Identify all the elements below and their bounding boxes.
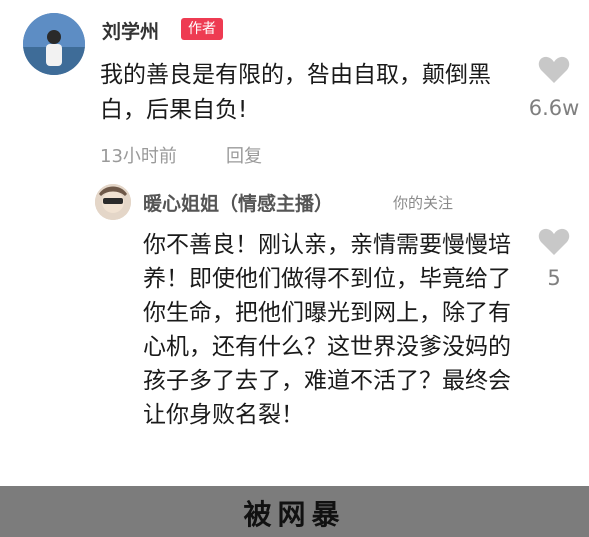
reply-text: 你不善良！刚认亲，亲情需要慢慢培养！即使他们做得不到位，毕竟给了你生命，把他们曝… (143, 232, 511, 428)
caption-text: 被网暴 (243, 498, 346, 531)
comment-text: 我的善良是有限的，咎由自取，颠倒黑白，后果自负! (100, 62, 491, 123)
reply-avatar-image (95, 184, 131, 220)
following-tag: 你的关注 (393, 194, 454, 212)
reply-author-name[interactable]: 暖心姐姐（情感主播） (143, 189, 333, 216)
avatar-image (23, 13, 85, 75)
author-badge: 作者 (181, 18, 223, 40)
like-heart-icon[interactable] (538, 56, 570, 84)
reply-avatar[interactable] (95, 184, 131, 220)
reply-like-count: 5 (547, 266, 561, 290)
like-count: 6.6w (528, 96, 580, 120)
comment-timestamp: 13小时前 (100, 146, 177, 167)
comment-author-name[interactable]: 刘学州 (102, 17, 159, 44)
reply-button[interactable]: 回复 (226, 142, 262, 168)
avatar[interactable] (23, 13, 85, 75)
reply-like-heart-icon[interactable] (538, 228, 570, 256)
